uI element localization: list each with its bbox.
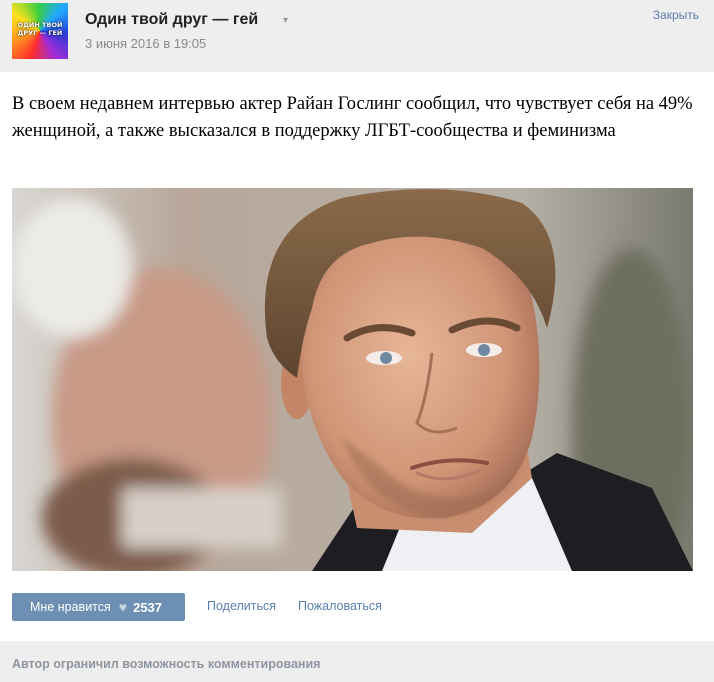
avatar-logo-text: ОДИН ТВОЙ ДРУГ — ГЕЙ bbox=[17, 21, 63, 37]
post-header: ОДИН ТВОЙ ДРУГ — ГЕЙ Один твой друг — ге… bbox=[0, 0, 714, 72]
comment-bar: Автор ограничил возможность комментирова… bbox=[0, 641, 714, 682]
heart-icon: ♥ bbox=[118, 599, 128, 615]
group-name-link[interactable]: Один твой друг — гей bbox=[85, 11, 258, 29]
post-text: В своем недавнем интервью актер Райан Го… bbox=[12, 94, 693, 141]
share-link[interactable]: Поделиться bbox=[207, 599, 276, 613]
group-avatar[interactable]: ОДИН ТВОЙ ДРУГ — ГЕЙ bbox=[12, 3, 68, 59]
portrait-photo-illustration bbox=[12, 188, 693, 571]
like-count: 2537 bbox=[133, 599, 163, 615]
like-button[interactable]: Мне нравится ♥ 2537 bbox=[12, 593, 185, 621]
comments-restricted-notice: Автор ограничил возможность комментирова… bbox=[12, 657, 321, 671]
report-link[interactable]: Пожаловаться bbox=[298, 599, 382, 613]
like-label: Мне нравится bbox=[30, 600, 111, 614]
close-button[interactable]: Закрыть bbox=[653, 8, 699, 22]
post-photo[interactable] bbox=[12, 188, 693, 571]
chevron-down-icon[interactable]: ▾ bbox=[283, 15, 288, 26]
post-date[interactable]: 3 июня 2016 в 19:05 bbox=[85, 36, 206, 51]
